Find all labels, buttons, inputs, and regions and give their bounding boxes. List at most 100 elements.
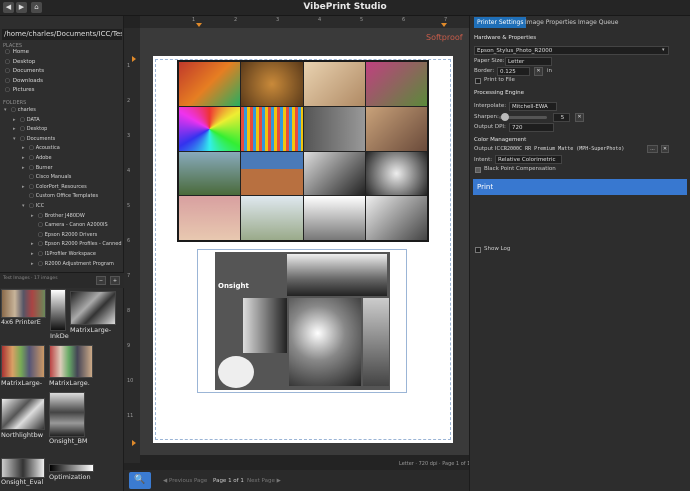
photo-tile bbox=[303, 151, 365, 196]
output-dpi-select[interactable]: 720 bbox=[509, 123, 554, 132]
expand-arrow-icon[interactable]: ▸ bbox=[31, 251, 38, 257]
interpolate-select[interactable]: Mitchell-EWA bbox=[509, 102, 557, 111]
folder-icon: ▢ bbox=[29, 193, 34, 200]
expand-arrow-icon[interactable]: ▸ bbox=[31, 213, 38, 219]
folder-label: I1Profiler Workspace bbox=[44, 251, 96, 257]
folder-item[interactable]: ▾ ▢ Documents bbox=[13, 136, 55, 142]
ruler-marker-icon bbox=[132, 440, 136, 446]
folder-item[interactable]: ▸ ▢ Burner bbox=[22, 165, 53, 171]
back-button[interactable]: ◀ bbox=[3, 2, 14, 13]
path-field[interactable]: /home/charles/Documents/ICC/Test Images bbox=[2, 29, 122, 40]
tab-image-queue[interactable]: Image Queue bbox=[575, 17, 621, 28]
expand-arrow-icon[interactable]: ▸ bbox=[22, 184, 29, 190]
photo-tile bbox=[179, 151, 241, 196]
paper-size-select[interactable]: Letter bbox=[505, 57, 552, 66]
place-item-downloads[interactable]: ▢ Downloads bbox=[5, 78, 43, 84]
expand-arrow-icon[interactable]: ▾ bbox=[22, 203, 29, 209]
thumbnail-image[interactable] bbox=[1, 345, 45, 378]
thumbnail-label: Optimization bbox=[49, 473, 91, 481]
folder-item[interactable]: ▾ ▢ ICC bbox=[22, 203, 44, 209]
expand-arrow-icon[interactable]: ▸ bbox=[22, 145, 29, 151]
clear-icc-button[interactable]: ✕ bbox=[661, 145, 669, 153]
folder-icon: ▢ bbox=[5, 58, 10, 65]
browse-icc-button[interactable]: ... bbox=[647, 145, 658, 153]
clear-sharpen-button[interactable]: ✕ bbox=[575, 113, 584, 122]
place-item-home[interactable]: ▢ Home bbox=[5, 49, 29, 55]
expand-arrow-icon[interactable]: ▾ bbox=[13, 136, 20, 142]
thumbnail-image[interactable] bbox=[1, 289, 46, 318]
folder-label: R2000 Adjustment Program bbox=[44, 260, 114, 267]
folder-item[interactable]: ▢ Cisco Manuals bbox=[22, 174, 71, 180]
expand-arrow-icon[interactable]: ▾ bbox=[4, 107, 11, 113]
expand-arrow-icon[interactable]: ▸ bbox=[13, 117, 20, 123]
expand-arrow-icon[interactable]: ▸ bbox=[22, 165, 29, 171]
thumbnail-image[interactable] bbox=[1, 398, 45, 430]
sharpen-input[interactable]: 5 bbox=[553, 113, 570, 122]
ruler-v-label: 9 bbox=[127, 343, 131, 349]
place-item-documents[interactable]: ▢ Documents bbox=[5, 68, 44, 74]
forward-button[interactable]: ▶ bbox=[16, 2, 27, 13]
expand-arrow-icon[interactable]: ▸ bbox=[31, 241, 38, 247]
thumbnail-image[interactable] bbox=[49, 464, 94, 472]
black-point-checkbox[interactable] bbox=[475, 167, 481, 173]
folder-item[interactable]: ▢ Camera - Canon A2000IS bbox=[31, 222, 108, 228]
clear-border-button[interactable]: ✕ bbox=[534, 67, 543, 76]
border-input[interactable]: 0.125 bbox=[497, 67, 530, 76]
expand-arrow-icon[interactable]: ▸ bbox=[22, 155, 29, 161]
photo-tile bbox=[303, 62, 365, 106]
printer-select[interactable]: Epson_Stylus_Photo_R2000 bbox=[474, 46, 669, 55]
previous-page-button[interactable]: ◀ Previous Page bbox=[163, 478, 207, 484]
tab-image-properties[interactable]: Image Properties bbox=[522, 17, 579, 28]
folder-item[interactable]: ▸ ▢ I1Profiler Workspace bbox=[31, 251, 96, 257]
vertical-ruler bbox=[124, 28, 140, 463]
next-page-button[interactable]: Next Page ▶ bbox=[247, 478, 281, 484]
print-to-file-checkbox[interactable] bbox=[475, 78, 481, 84]
show-log-checkbox[interactable] bbox=[475, 247, 481, 253]
folder-item[interactable]: ▢ Epson R2000 Drivers bbox=[31, 232, 97, 238]
thumbnail-label: Northlightbw bbox=[1, 431, 44, 439]
zoom-in-thumbs-button[interactable]: + bbox=[110, 276, 120, 285]
place-label: Home bbox=[12, 49, 29, 55]
photo-tile bbox=[365, 196, 427, 240]
photo-tile bbox=[241, 62, 303, 106]
folder-icon: ▢ bbox=[29, 183, 34, 190]
photo-tile bbox=[241, 151, 303, 196]
expand-arrow-icon[interactable]: ▸ bbox=[13, 126, 20, 132]
thumbnail-image[interactable] bbox=[1, 458, 45, 478]
folder-item[interactable]: ▸ ▢ Acoustica bbox=[22, 145, 60, 151]
place-item-desktop[interactable]: ▢ Desktop bbox=[5, 59, 35, 65]
tab-printer-settings[interactable]: Printer Settings bbox=[474, 17, 527, 28]
thumbnail-image[interactable] bbox=[50, 289, 66, 331]
thumbnail-image[interactable] bbox=[49, 345, 93, 378]
folder-item[interactable]: ▢ Custom Office Templates bbox=[22, 193, 98, 199]
folder-item[interactable]: ▸ ▢ DATA bbox=[13, 117, 40, 123]
print-button[interactable]: Print bbox=[473, 179, 687, 195]
ruler-v-label: 3 bbox=[127, 133, 131, 139]
folder-item[interactable]: ▸ ▢ Adobe bbox=[22, 155, 52, 161]
ruler-marker-icon bbox=[441, 23, 447, 27]
folder-item[interactable]: ▾ ▢ charles bbox=[4, 107, 36, 113]
folder-item[interactable]: ▸ ▢ R2000 Adjustment Program bbox=[31, 261, 114, 267]
folder-item[interactable]: ▸ ▢ ColorPort_Resources bbox=[22, 184, 87, 190]
sharpen-slider-handle[interactable] bbox=[500, 113, 509, 121]
zoom-out-thumbs-button[interactable]: − bbox=[96, 276, 106, 285]
place-item-pictures[interactable]: ▢ Pictures bbox=[5, 87, 35, 93]
folder-item[interactable]: ▸ ▢ Brother J480DW bbox=[31, 213, 85, 219]
home-button[interactable]: ⌂ bbox=[31, 2, 42, 13]
softproof-indicator: Softproof bbox=[426, 33, 463, 42]
expand-arrow-icon[interactable]: ▸ bbox=[31, 261, 38, 267]
image-collage-onsight[interactable]: Onsight bbox=[215, 252, 390, 390]
photo-tile bbox=[365, 106, 427, 151]
folder-item[interactable]: ▸ ▢ Desktop bbox=[13, 126, 47, 132]
photo-tile bbox=[303, 196, 365, 240]
zoom-button[interactable]: 🔍 bbox=[129, 472, 151, 489]
thumbnail-image[interactable] bbox=[70, 291, 116, 325]
output-icc-value: R2000C RR Premium Matte (MPH-SuperPhoto) bbox=[504, 146, 625, 152]
thumbnail-image[interactable] bbox=[49, 392, 85, 437]
intent-select[interactable]: Relative Colorimetric bbox=[495, 155, 562, 164]
ruler-h-label: 1 bbox=[192, 17, 196, 23]
thumbnail-count: Test Images · 17 images bbox=[3, 276, 58, 281]
folder-item[interactable]: ▸ ▢ Epson R2000 Profiles - Canned bbox=[31, 241, 122, 247]
image-collage-matrix[interactable] bbox=[177, 60, 429, 242]
ruler-h-label: 4 bbox=[318, 17, 322, 23]
